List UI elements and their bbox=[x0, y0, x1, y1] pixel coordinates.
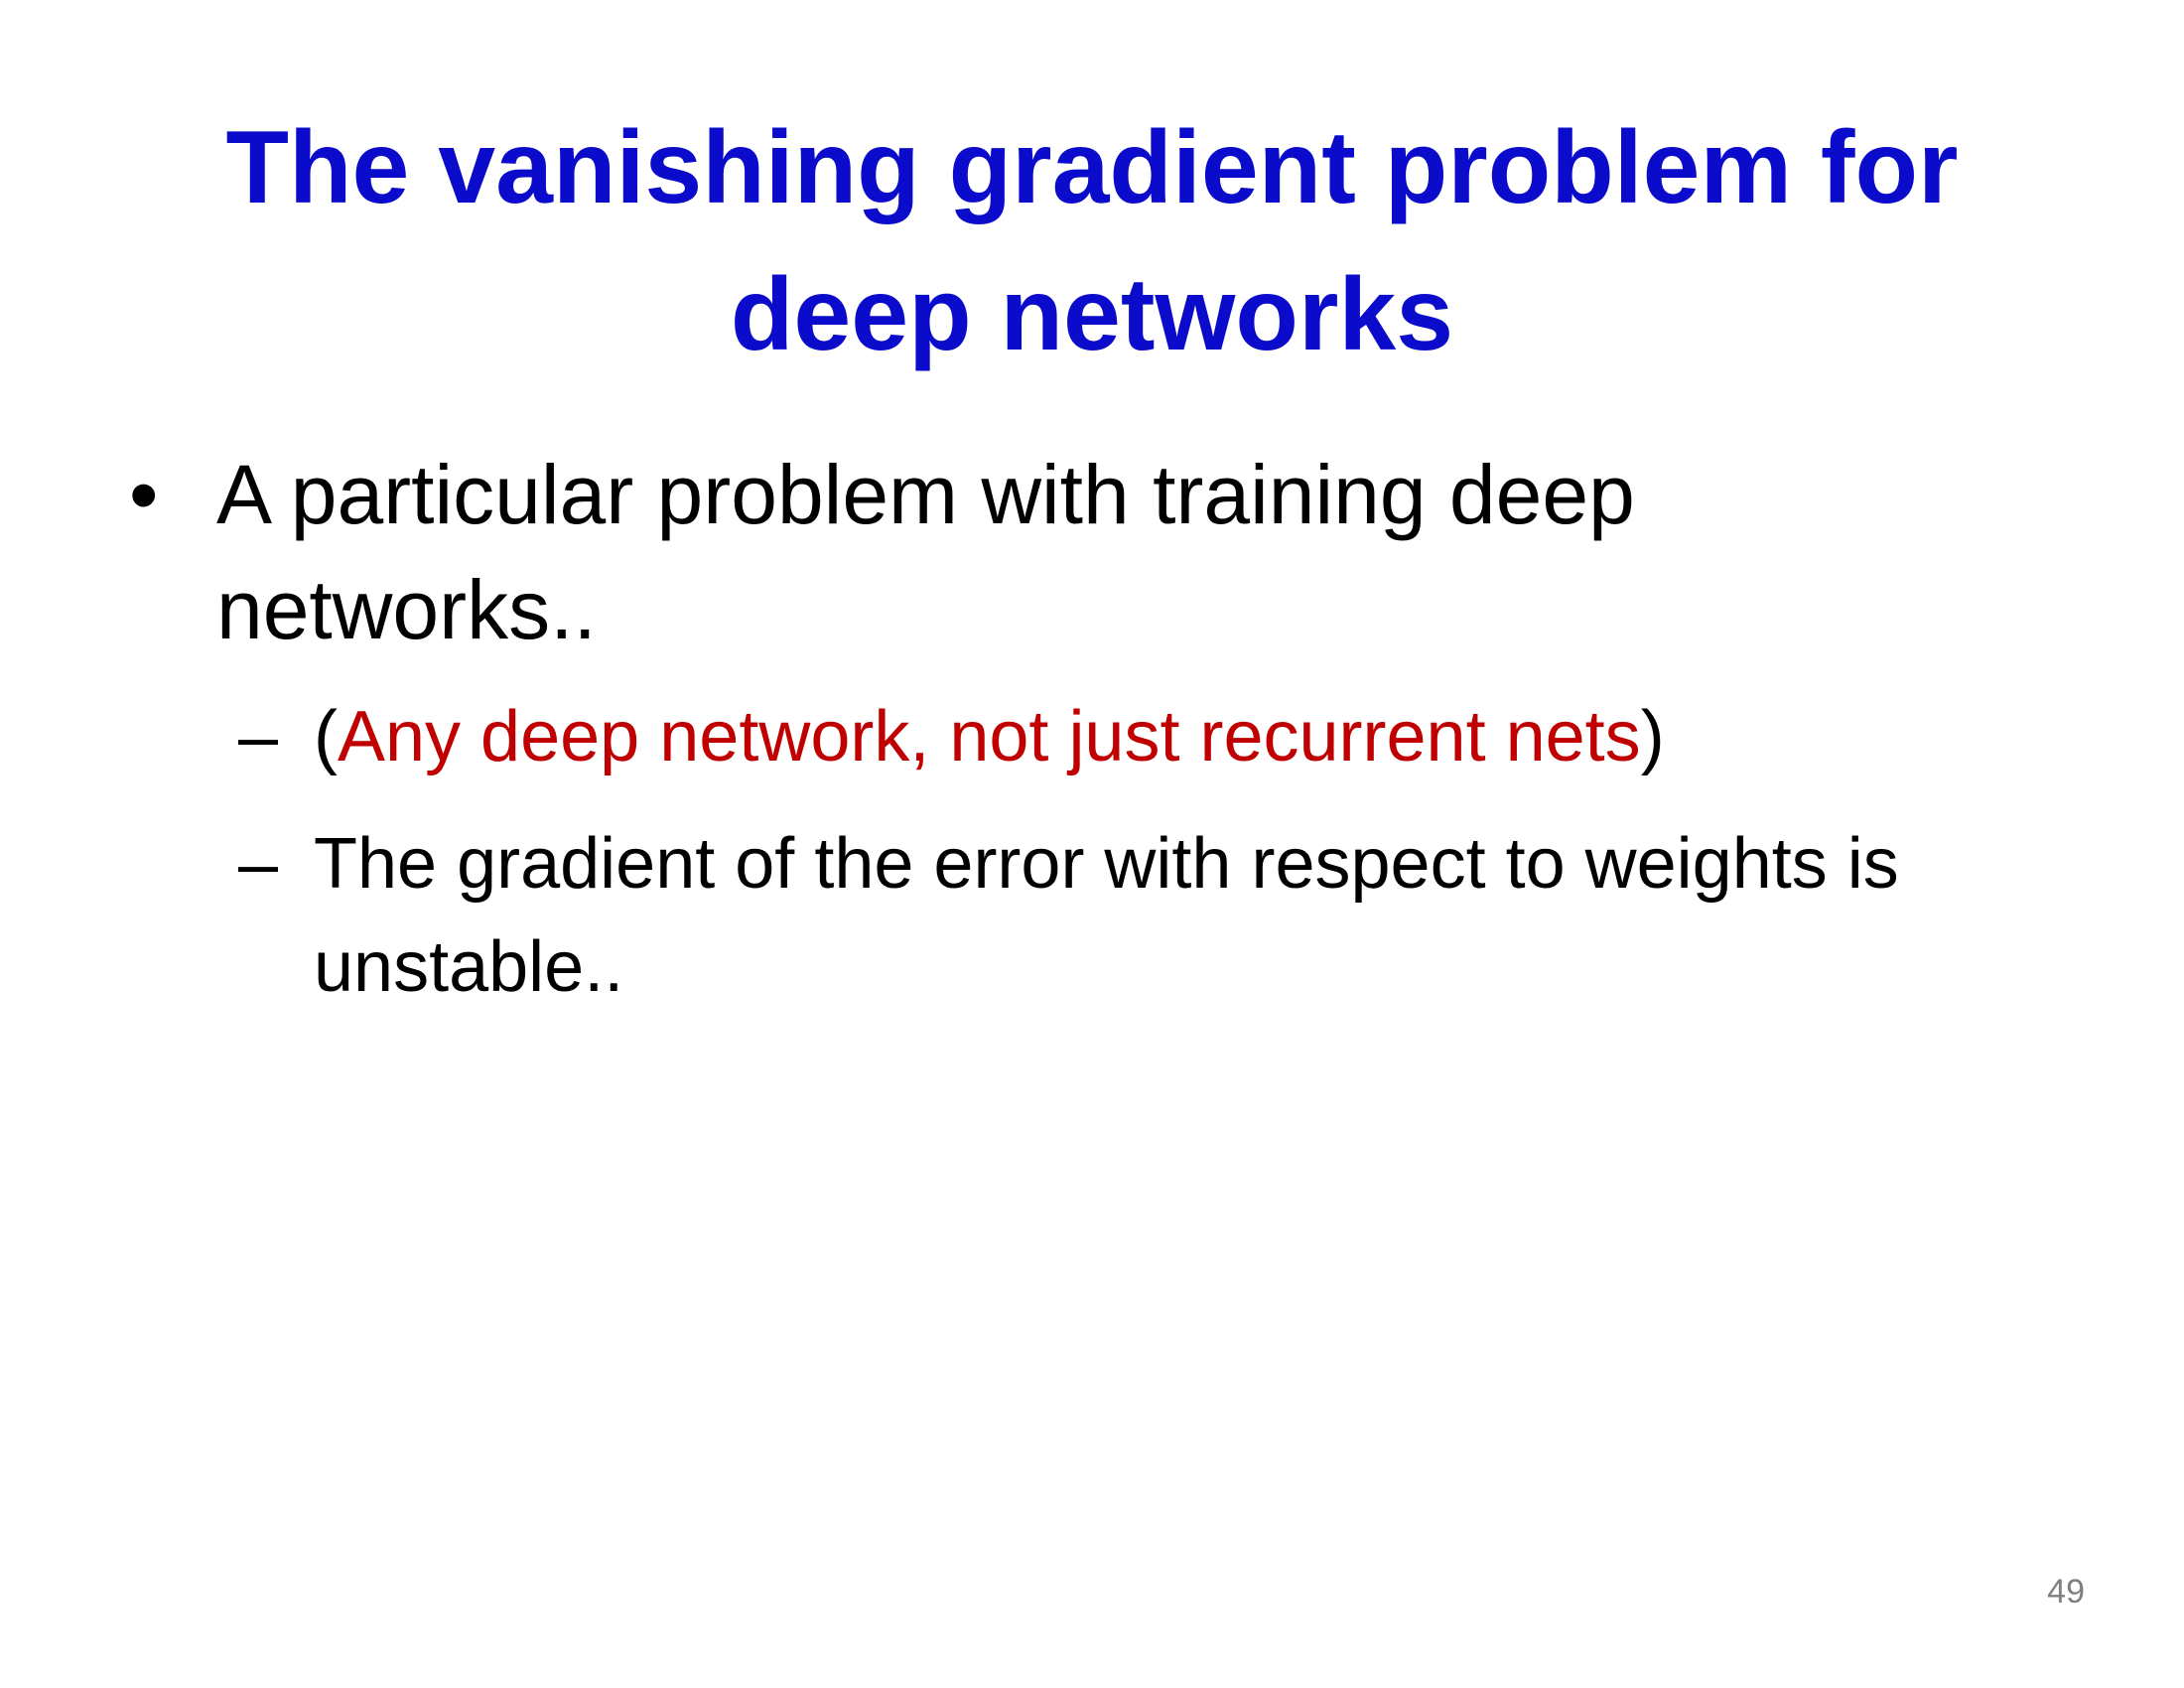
bullet-marker: • bbox=[129, 448, 159, 541]
highlight-text: Any deep network, not just recurrent net… bbox=[337, 697, 1641, 776]
slide: The vanishing gradient problem for deep … bbox=[0, 0, 2184, 1688]
page-number: 49 bbox=[2047, 1573, 2085, 1611]
sub-bullet-marker: – bbox=[238, 824, 279, 904]
sub-bullet-text: The gradient of the error with respect t… bbox=[314, 824, 1899, 1007]
bullet-item: • A particular problem with training dee… bbox=[129, 437, 2015, 667]
sub-bullet-item: – (Any deep network, not just recurrent … bbox=[238, 685, 2065, 788]
sub-bullet-text: (Any deep network, not just recurrent ne… bbox=[314, 685, 2061, 788]
slide-title: The vanishing gradient problem for deep … bbox=[225, 110, 1959, 372]
sub-bullet-marker: – bbox=[238, 697, 279, 776]
bullet-text: A particular problem with training deep … bbox=[216, 448, 1635, 656]
close-paren: ) bbox=[1640, 697, 1665, 776]
sub-bullet-item: – The gradient of the error with respect… bbox=[238, 812, 2065, 1019]
open-paren: ( bbox=[314, 697, 338, 776]
